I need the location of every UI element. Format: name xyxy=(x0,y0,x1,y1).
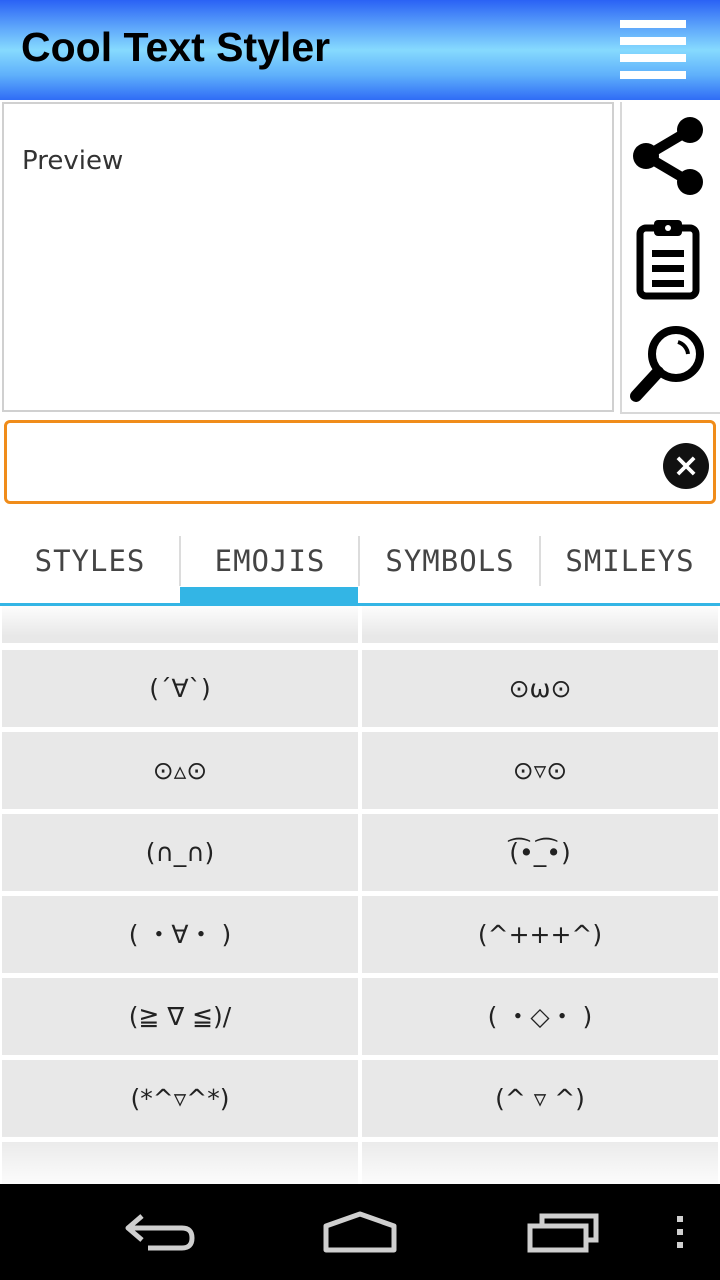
magnifier-icon[interactable] xyxy=(626,322,712,408)
scroll-fade-bottom xyxy=(0,1134,720,1184)
emoji-cell[interactable]: ⊙ω⊙ xyxy=(362,650,718,727)
emoji-cell[interactable]: (≧ ∇ ≦)/ xyxy=(2,978,358,1055)
emoji-cell[interactable]: (^ ▿ ^) xyxy=(362,1060,718,1137)
text-input-container: × xyxy=(4,420,716,504)
emoji-cell[interactable]: ( ・◇・ ) xyxy=(362,978,718,1055)
emoji-cell[interactable]: ⊙▵⊙ xyxy=(2,732,358,809)
emoji-cell[interactable]: (͡•_͡•) xyxy=(362,814,718,891)
system-nav-bar xyxy=(0,1184,720,1280)
emoji-cell[interactable]: (∩_∩) xyxy=(2,814,358,891)
emoji-cell[interactable]: ( ・∀・ ) xyxy=(2,896,358,973)
category-tabs: STYLES EMOJIS SYMBOLS SMILEYS xyxy=(0,530,720,606)
tab-symbols[interactable]: SYMBOLS xyxy=(360,530,540,603)
overflow-menu-icon[interactable] xyxy=(630,1194,710,1270)
preview-panel: Preview xyxy=(2,102,614,412)
clipboard-icon[interactable] xyxy=(626,216,712,302)
tab-styles[interactable]: STYLES xyxy=(0,530,180,603)
side-toolbar xyxy=(620,102,720,414)
app-title: Cool Text Styler xyxy=(21,24,331,70)
emoji-cell[interactable]: (*^▿^*) xyxy=(2,1060,358,1137)
emoji-cell[interactable]: (´∀`) xyxy=(2,650,358,727)
scroll-fade-top xyxy=(0,606,720,636)
emoji-grid: (´∀`) ⊙ω⊙ ⊙▵⊙ ⊙▿⊙ (∩_∩) (͡•_͡•) ( ・∀・ ) … xyxy=(0,606,720,1184)
back-icon[interactable] xyxy=(112,1194,212,1270)
share-icon[interactable] xyxy=(626,112,712,198)
menu-icon[interactable] xyxy=(618,18,688,82)
tab-selected-indicator xyxy=(180,587,358,603)
home-icon[interactable] xyxy=(310,1194,410,1270)
text-input[interactable] xyxy=(17,433,651,493)
emoji-cell[interactable]: (^+++^) xyxy=(362,896,718,973)
emoji-cell[interactable]: ⊙▿⊙ xyxy=(362,732,718,809)
action-bar: Cool Text Styler xyxy=(0,0,720,100)
recent-apps-icon[interactable] xyxy=(512,1194,612,1270)
clear-icon[interactable]: × xyxy=(663,443,709,489)
preview-label: Preview xyxy=(22,146,124,176)
tab-smileys[interactable]: SMILEYS xyxy=(540,530,720,603)
